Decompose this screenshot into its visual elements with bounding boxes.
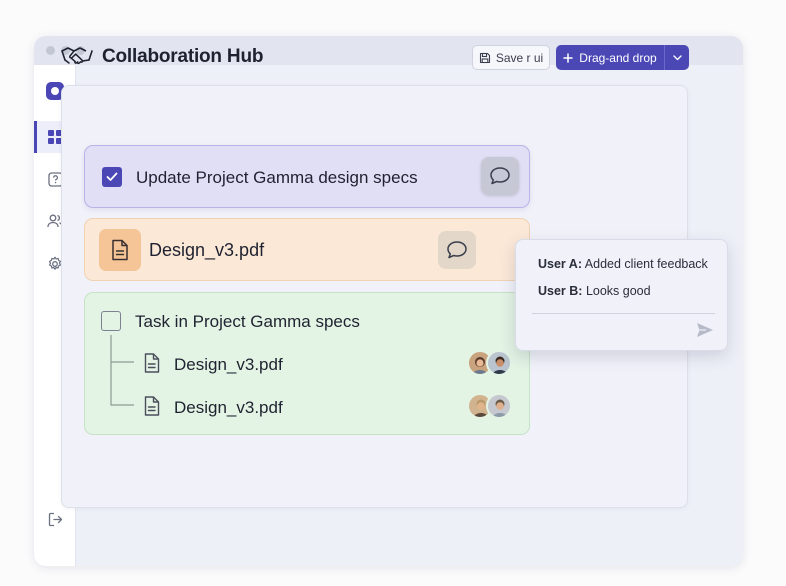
comment-author: User A: [538,257,582,271]
comment-text: Looks good [585,284,651,298]
comment-author: User B: [538,284,583,298]
document-icon [144,353,160,373]
document-icon [144,396,160,416]
page-title: Collaboration Hub [102,46,264,67]
task-title: Task in Project Gamma specs [135,312,360,331]
comment-button[interactable] [481,157,519,195]
save-button[interactable]: Save r ui [472,45,550,70]
comment-button[interactable] [438,231,476,269]
comments-popover: User A: Added client feedback User B: Lo… [515,239,728,351]
send-icon[interactable] [696,322,714,338]
save-button-label: Save r ui [495,50,544,65]
task-title: Update Project Gamma design specs [136,168,418,187]
document-icon [112,239,128,261]
checkmark-icon [106,172,118,181]
avatar[interactable] [486,350,512,376]
save-icon [479,52,490,63]
dropdown-toggle[interactable] [664,45,689,70]
subtask-file-name: Design_v3.pdf [174,355,283,374]
file-name: Design_v3.pdf [149,240,265,260]
task-checkbox[interactable] [101,311,121,331]
file-icon-box [99,229,141,271]
subtask-file-name: Design_v3.pdf [174,398,283,417]
comment-input-line[interactable] [532,313,715,314]
comment-icon [447,241,467,259]
drag-and-drop-button[interactable]: Drag-and drop [556,45,664,70]
task-group-card[interactable]: Task in Project Gamma specs Design_v3.pd… [84,292,530,435]
plus-icon [563,52,574,63]
comment-item: User A: Added client feedback [538,257,708,271]
tree-connector [110,335,134,406]
avatar-portrait [492,399,508,417]
avatar[interactable] [486,393,512,419]
window-control-dot[interactable] [46,46,55,55]
grid-icon [48,130,62,144]
avatar-portrait [492,356,508,374]
comment-item: User B: Looks good [538,284,651,298]
chevron-down-icon [672,54,682,60]
comment-text: Added client feedback [584,257,708,271]
comment-icon [490,167,510,185]
drag-and-drop-label: Drag-and drop [579,50,657,65]
task-card[interactable]: Update Project Gamma design specs [84,145,530,208]
handshake-icon [61,47,93,65]
file-card[interactable]: Design_v3.pdf [84,218,530,281]
logout-icon [48,512,62,526]
task-checkbox-checked[interactable] [102,167,122,187]
